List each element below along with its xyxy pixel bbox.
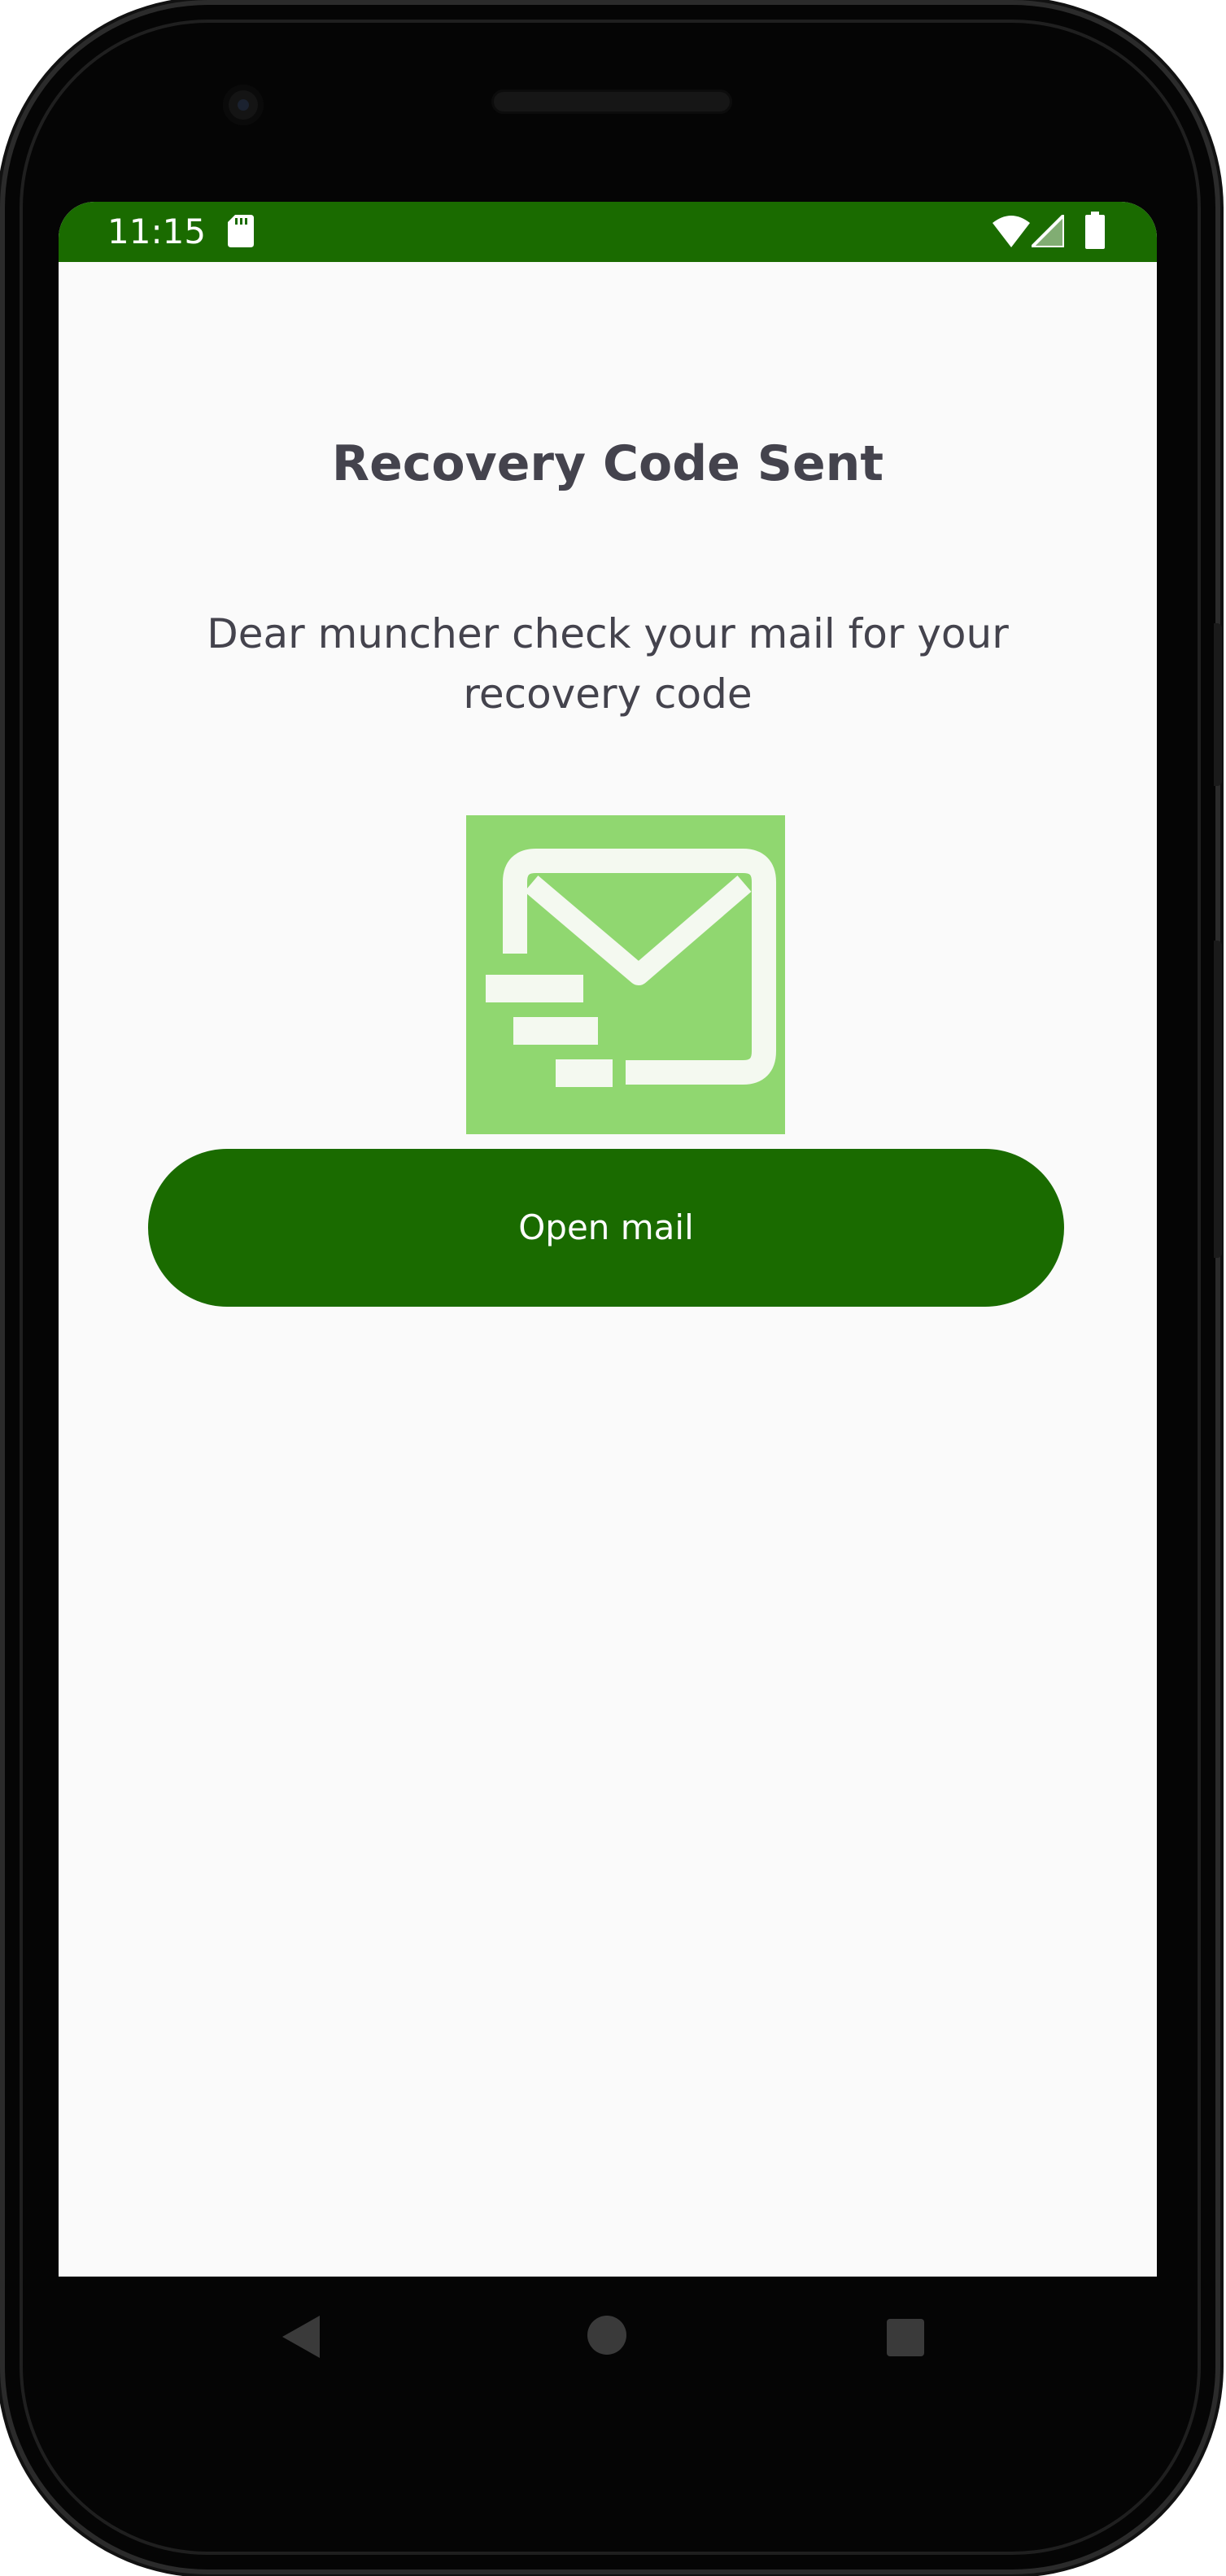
power-button: [1214, 623, 1222, 786]
instruction-message: Dear muncher check your mail for your re…: [207, 610, 1009, 718]
battery-icon: [1085, 212, 1105, 252]
recovery-sent-screen: Recovery Code Sent Dear muncher check yo…: [59, 262, 1157, 2277]
home-icon[interactable]: [587, 2316, 626, 2358]
recents-icon[interactable]: [887, 2319, 924, 2360]
navigation-bar: [59, 2277, 1157, 2399]
status-time: 11:15: [107, 212, 207, 251]
page-title: Recovery Code Sent: [331, 435, 884, 492]
wifi-icon: [993, 215, 1030, 251]
status-bar: 11:15: [59, 202, 1157, 262]
back-icon[interactable]: [282, 2316, 320, 2361]
open-mail-button[interactable]: Open mail: [148, 1149, 1064, 1307]
sd-card-icon: [228, 215, 254, 251]
cellular-signal-icon: [1027, 211, 1066, 251]
screen: 11:15 Recovery Code Sent Dear muncher ch…: [59, 202, 1157, 2277]
volume-rocker: [1214, 941, 1222, 1258]
mail-sent-icon: [466, 815, 785, 1134]
front-camera: [223, 85, 264, 125]
earpiece-speaker: [491, 90, 732, 114]
